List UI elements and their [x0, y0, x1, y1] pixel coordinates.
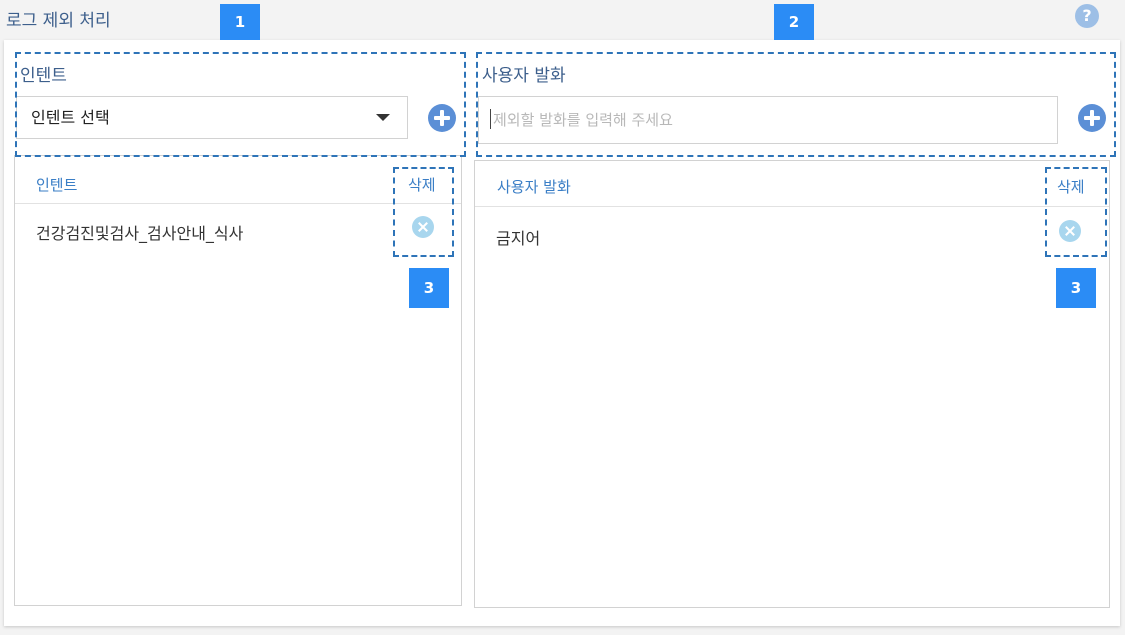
text-caret	[490, 109, 491, 129]
intent-table-header-divider	[15, 203, 461, 204]
callout-3-utterance: 3	[1056, 268, 1096, 308]
utterance-table-header-name: 사용자 발화	[497, 178, 571, 196]
help-icon[interactable]: ?	[1075, 4, 1099, 28]
intent-select[interactable]: 인텐트 선택	[16, 96, 408, 139]
intent-select-value: 인텐트 선택	[31, 108, 110, 127]
add-utterance-button[interactable]	[1078, 104, 1106, 132]
intent-section-label: 인텐트	[20, 66, 67, 86]
x-circle-icon[interactable]	[1059, 220, 1081, 242]
chevron-down-icon	[376, 114, 390, 121]
utterance-table-header-delete: 삭제	[1057, 178, 1085, 196]
add-intent-button[interactable]	[428, 104, 456, 132]
intent-row-name: 건강검진및검사_검사안내_식사	[36, 224, 244, 243]
utterance-section-label: 사용자 발화	[482, 66, 566, 86]
utterance-row-name: 금지어	[496, 229, 541, 248]
x-circle-icon[interactable]	[412, 216, 434, 238]
intent-table-header-delete: 삭제	[408, 176, 436, 194]
callout-2: 2	[774, 4, 814, 40]
utterance-table	[474, 160, 1110, 608]
callout-3-intent: 3	[409, 268, 449, 308]
utterance-table-header-divider	[475, 206, 1109, 207]
intent-table-header-name: 인텐트	[36, 176, 78, 194]
callout-1: 1	[220, 4, 260, 40]
page-title: 로그 제외 처리	[6, 11, 111, 31]
utterance-input[interactable]	[478, 96, 1058, 144]
